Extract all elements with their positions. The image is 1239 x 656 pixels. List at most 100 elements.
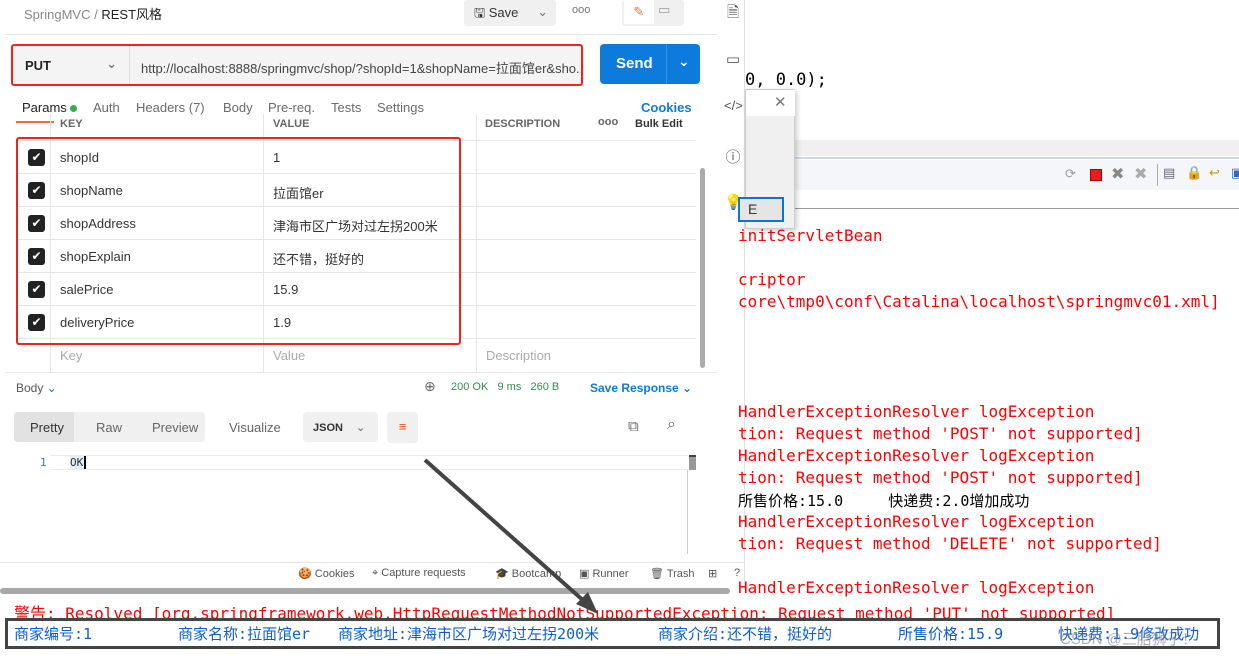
divider bbox=[5, 34, 717, 35]
response-body-dropdown[interactable]: Body ⌄ bbox=[16, 381, 57, 395]
tab-auth[interactable]: Auth bbox=[93, 100, 120, 115]
chevron-down-icon: ⌄ bbox=[46, 381, 57, 395]
postman-panel: SpringMVC / REST风格 🖫 Save ⌄ ooo ✎ ▭ PUT … bbox=[0, 0, 745, 594]
response-size: 260 B bbox=[530, 381, 560, 393]
save-response-label: Save Response bbox=[590, 381, 679, 395]
more-options-button[interactable]: ooo bbox=[598, 116, 618, 128]
console-info-line: 所售价格:15.0 快递费:2.0增加成功 bbox=[738, 492, 1030, 510]
breadcrumb-current: REST风格 bbox=[101, 7, 163, 22]
dialog-button[interactable]: E bbox=[738, 197, 784, 222]
comment-icon[interactable]: ▭ bbox=[658, 2, 670, 18]
divider bbox=[476, 114, 477, 372]
cookies-link[interactable]: Cookies bbox=[641, 100, 692, 115]
console-line: HandlerExceptionResolver logException bbox=[738, 402, 1095, 421]
view-tabs-overlay bbox=[14, 412, 205, 442]
view-visualize[interactable]: Visualize bbox=[229, 420, 281, 435]
copy-icon[interactable]: ⧉ bbox=[628, 418, 639, 435]
save-response-button[interactable]: Save Response ⌄ bbox=[590, 381, 692, 395]
console-line: tion: Request method 'POST' not supporte… bbox=[738, 424, 1143, 443]
console-line: HandlerExceptionResolver logException bbox=[738, 446, 1095, 465]
console-toolbar: ⟳ ✖ ✖ ▤ 🔒 ↩ ▣ bbox=[745, 160, 1239, 190]
description-placeholder[interactable]: Description bbox=[486, 348, 551, 363]
layout-icon[interactable]: ⊞ bbox=[708, 567, 717, 580]
scroll-lock-icon[interactable]: 🔒 bbox=[1186, 165, 1202, 181]
url-input[interactable]: http://localhost:8888/springmvc/shop/?sh… bbox=[141, 58, 581, 77]
format-select[interactable]: JSON ⌄ bbox=[303, 412, 378, 442]
tab-params[interactable]: Params bbox=[22, 100, 78, 115]
console-line: tion: Request method 'DELETE' not suppor… bbox=[738, 534, 1162, 553]
footer-capture-requests[interactable]: ⌖ Capture requests bbox=[372, 567, 466, 580]
tab-headers[interactable]: Headers (7) bbox=[136, 100, 205, 115]
search-icon[interactable]: ⌕ bbox=[667, 416, 676, 434]
value-placeholder[interactable]: Value bbox=[273, 348, 305, 363]
remove-all-icon[interactable]: ✖ bbox=[1134, 164, 1147, 184]
output-field: 所售价格:15.9 bbox=[898, 625, 1004, 643]
divider bbox=[1157, 164, 1158, 186]
divider bbox=[745, 208, 1239, 209]
sync-icon[interactable]: ⟳ bbox=[1065, 166, 1076, 182]
console-line: HandlerExceptionResolver logException bbox=[738, 512, 1095, 531]
tab-settings[interactable]: Settings bbox=[377, 100, 424, 115]
console-line: tion: Request method 'POST' not supporte… bbox=[738, 468, 1143, 487]
output-field: 商家名称:拉面馆er bbox=[178, 625, 311, 643]
footer-runner[interactable]: ▣ Runner bbox=[579, 567, 629, 580]
editor-scroll-area bbox=[745, 140, 1239, 156]
footer-cookies[interactable]: 🍪 Cookies bbox=[298, 567, 355, 580]
edit-pencil-icon[interactable]: ✎ bbox=[624, 0, 654, 24]
header-key: KEY bbox=[60, 118, 83, 130]
status-badge: 200 OK 9 ms 260 B bbox=[451, 381, 559, 393]
body-label: Body bbox=[16, 381, 44, 395]
code-icon[interactable]: </> bbox=[724, 98, 743, 113]
save-icon: 🖫 bbox=[474, 5, 486, 20]
active-dot-icon bbox=[70, 105, 78, 112]
tab-pre-request[interactable]: Pre-req. bbox=[268, 100, 315, 115]
clear-console-icon[interactable]: ▤ bbox=[1163, 165, 1175, 181]
more-options-button[interactable]: ooo bbox=[572, 4, 590, 16]
comment-icon[interactable]: ▭ bbox=[724, 50, 742, 68]
dialog: ✕ E bbox=[738, 89, 795, 229]
request-bar: PUT ⌄ http://localhost:8888/springmvc/sh… bbox=[11, 44, 583, 86]
globe-icon[interactable]: ⊕ bbox=[424, 378, 436, 395]
output-highlight-box: 商家编号:1 商家名称:拉面馆er 商家地址:津海市区广场对过左拐200米 商家介绍:… bbox=[5, 618, 1220, 649]
footer-bootcamp[interactable]: 🎓 Bootcamp bbox=[495, 567, 561, 580]
divider bbox=[0, 562, 745, 563]
horizontal-scrollbar[interactable] bbox=[0, 588, 730, 594]
close-icon[interactable]: ✕ bbox=[774, 93, 787, 111]
console-line: HandlerExceptionResolver logException bbox=[738, 578, 1095, 597]
code-line bbox=[50, 455, 688, 470]
remove-launch-icon[interactable]: ✖ bbox=[1111, 164, 1124, 184]
console-line: criptor bbox=[738, 270, 806, 289]
send-button[interactable]: Send ⌄ bbox=[600, 44, 700, 84]
key-placeholder[interactable]: Key bbox=[60, 348, 82, 363]
pin-console-icon[interactable]: ▣ bbox=[1231, 165, 1239, 181]
footer-label: Bootcamp bbox=[511, 568, 562, 580]
breadcrumb: SpringMVC / REST风格 bbox=[24, 4, 162, 23]
footer-trash[interactable]: 🗑 Trash bbox=[650, 567, 695, 580]
output-field: 商家地址:津海市区广场对过左拐200米 bbox=[338, 625, 600, 643]
terminate-icon[interactable] bbox=[1090, 169, 1102, 181]
wrap-lines-icon[interactable]: ≡ bbox=[387, 412, 418, 443]
info-icon[interactable]: ⓘ bbox=[724, 146, 742, 167]
tab-tests[interactable]: Tests bbox=[331, 100, 361, 115]
scrollbar[interactable] bbox=[689, 455, 696, 470]
code-snippet: 0, 0.0); bbox=[745, 70, 827, 90]
footer-label: Trash bbox=[666, 568, 695, 580]
word-wrap-icon[interactable]: ↩ bbox=[1209, 165, 1220, 181]
tab-body[interactable]: Body bbox=[223, 100, 253, 115]
divider bbox=[687, 470, 688, 554]
chevron-down-icon[interactable]: ⌄ bbox=[678, 53, 690, 70]
method-select[interactable]: PUT ⌄ bbox=[13, 46, 130, 84]
mode-toggle: ✎ ▭ bbox=[622, 0, 684, 26]
save-button[interactable]: 🖫 Save ⌄ bbox=[464, 0, 556, 26]
dialog-titlebar bbox=[746, 90, 795, 116]
breadcrumb-parent[interactable]: SpringMVC bbox=[24, 7, 90, 22]
console-line: core\tmp0\conf\Catalina\localhost\spring… bbox=[738, 292, 1220, 311]
header-value: VALUE bbox=[273, 118, 310, 130]
header-description: DESCRIPTION bbox=[485, 118, 561, 130]
footer-label: Runner bbox=[592, 568, 629, 580]
response-content[interactable]: OK bbox=[70, 456, 87, 469]
chevron-down-icon[interactable]: ⌄ bbox=[537, 4, 548, 20]
document-icon[interactable]: 🗎 bbox=[724, 2, 742, 27]
bulk-edit-button[interactable]: Bulk Edit bbox=[635, 118, 683, 130]
scrollbar[interactable] bbox=[700, 168, 705, 368]
